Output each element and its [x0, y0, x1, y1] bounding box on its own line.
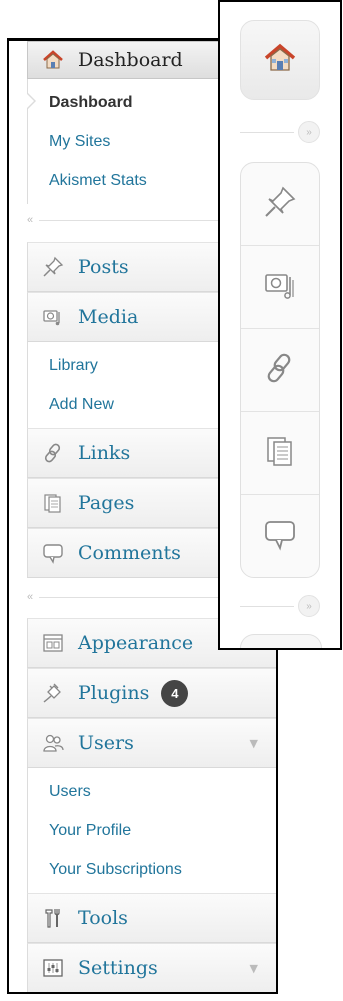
home-icon	[42, 49, 64, 71]
menu-label-posts: Posts	[78, 256, 129, 278]
submenu-your-profile[interactable]: Your Profile	[28, 811, 276, 850]
tools-icon	[42, 907, 64, 929]
admin-group: Appearance Plugins 4 Users ▼ Users Your …	[27, 618, 276, 992]
menu-label-tools: Tools	[78, 907, 128, 929]
expand-menu-toggle[interactable]: »	[298, 121, 320, 143]
collapsed-media-button[interactable]	[241, 246, 319, 329]
media-icon	[263, 268, 297, 306]
pushpin-icon	[42, 256, 64, 278]
menu-label-settings: Settings	[78, 957, 158, 979]
collapsed-content-group	[240, 162, 320, 578]
menu-item-tools[interactable]: Tools	[27, 893, 276, 943]
current-caret	[27, 93, 36, 109]
menu-item-settings[interactable]: Settings ▼	[27, 943, 276, 992]
users-submenu: Users Your Profile Your Subscriptions	[27, 768, 276, 893]
menu-label-appearance: Appearance	[78, 632, 194, 654]
collapsed-posts-button[interactable]	[241, 163, 319, 246]
submenu-users[interactable]: Users	[28, 772, 276, 811]
collapsed-dashboard-button[interactable]	[240, 20, 320, 100]
collapsed-admin-group-partial	[240, 634, 322, 648]
submenu-your-subscriptions[interactable]: Your Subscriptions	[28, 850, 276, 889]
users-icon	[42, 732, 64, 754]
collapsed-separator-2: »	[240, 595, 320, 617]
menu-label-pages: Pages	[78, 492, 135, 514]
menu-label-media: Media	[78, 306, 139, 328]
plugins-update-count-badge: 4	[161, 679, 189, 707]
menu-label-plugins: Plugins	[78, 682, 150, 704]
comment-bubble-icon	[42, 542, 64, 564]
menu-label-comments: Comments	[78, 542, 181, 564]
collapsed-comments-button[interactable]	[241, 495, 319, 577]
expand-menu-toggle-2[interactable]: »	[298, 595, 320, 617]
settings-submenu-toggle[interactable]: ▼	[250, 962, 258, 975]
comment-bubble-icon	[263, 517, 297, 555]
collapse-menu-toggle[interactable]: «	[27, 214, 33, 226]
home-icon	[263, 41, 297, 79]
collapse-menu-toggle-2[interactable]: «	[27, 591, 33, 603]
media-icon	[42, 306, 64, 328]
menu-label-links: Links	[78, 442, 131, 464]
menu-label-users: Users	[78, 732, 134, 754]
users-submenu-toggle[interactable]: ▼	[250, 737, 258, 750]
menu-item-plugins[interactable]: Plugins 4	[27, 668, 276, 718]
collapsed-admin-menu: » »	[218, 0, 342, 650]
chain-link-icon	[263, 351, 297, 389]
chain-link-icon	[42, 442, 64, 464]
collapsed-pages-button[interactable]	[241, 412, 319, 495]
settings-sliders-icon	[42, 957, 64, 979]
plug-icon	[42, 682, 64, 704]
menu-item-users[interactable]: Users ▼	[27, 718, 276, 768]
collapsed-links-button[interactable]	[241, 329, 319, 412]
pages-icon	[263, 434, 297, 472]
menu-label-dashboard: Dashboard	[78, 49, 183, 71]
pushpin-icon	[263, 185, 297, 223]
collapsed-separator: »	[240, 121, 320, 143]
pages-icon	[42, 492, 64, 514]
appearance-icon	[42, 632, 64, 654]
